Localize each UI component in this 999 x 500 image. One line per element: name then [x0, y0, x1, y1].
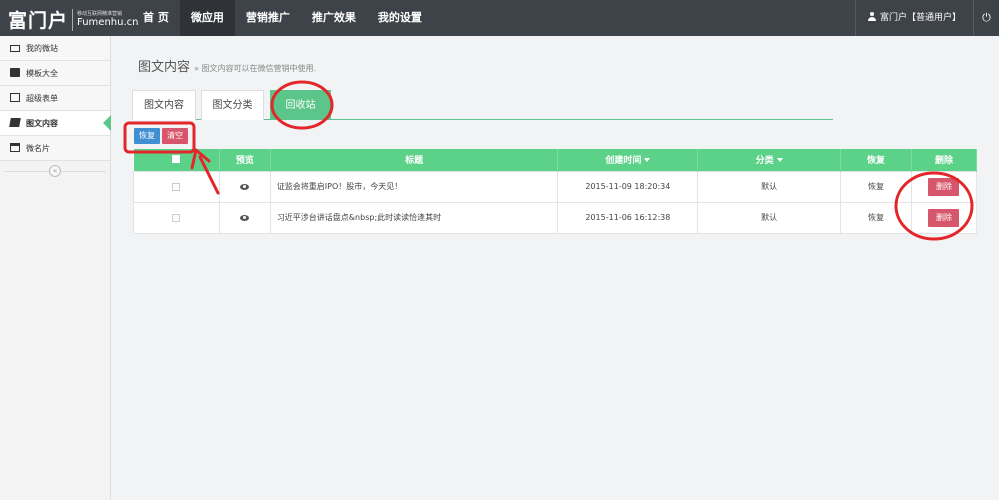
- column-header-title: 标题: [270, 149, 559, 171]
- sidebar-collapse-row: «: [0, 161, 110, 181]
- row-created: 2015-11-09 18:20:34: [557, 170, 699, 203]
- calendar-icon: [10, 93, 20, 102]
- sidebar-item-articles[interactable]: 图文内容: [0, 111, 111, 136]
- sidebar-item-label: 图文内容: [26, 119, 58, 128]
- nav-promotion-results[interactable]: 推广效果: [301, 0, 367, 36]
- sidebar-item-business-card[interactable]: 微名片: [0, 136, 110, 161]
- table-row: 习近平涉台讲话盘点&nbsp;此时读读恰逢其时 2015-11-06 16:12…: [133, 201, 978, 234]
- sidebar-item-my-site[interactable]: 我的微站: [0, 36, 110, 61]
- logo[interactable]: 富门户 移动互联网精准营销 Fumenhu.cn: [8, 6, 138, 33]
- select-all-header: [133, 149, 220, 171]
- logo-domain: Fumenhu.cn: [77, 16, 139, 28]
- tab-articles[interactable]: 图文内容: [132, 90, 196, 120]
- sidebar-item-super-form[interactable]: 超级表单: [0, 86, 110, 111]
- page-title: 图文内容» 图文内容可以在微信营销中使用.: [138, 56, 316, 75]
- row-checkbox[interactable]: [172, 182, 181, 191]
- eye-icon[interactable]: [240, 183, 250, 190]
- folder-icon: [10, 68, 20, 77]
- power-icon[interactable]: ⏻: [974, 0, 999, 36]
- sort-caret-icon: [776, 158, 783, 163]
- row-restore-link[interactable]: 恢复: [840, 170, 912, 203]
- sidebar-item-templates[interactable]: 模板大全: [0, 61, 110, 86]
- page-description: » 图文内容可以在微信营销中使用.: [194, 64, 316, 73]
- column-header-restore: 恢复: [840, 149, 912, 171]
- row-category: 默认: [697, 201, 842, 234]
- column-header-preview: 预览: [219, 149, 271, 171]
- main-nav: 首 页 微应用 营销推广 推广效果 我的设置: [132, 0, 433, 36]
- book-icon: [9, 118, 21, 127]
- sidebar-item-label: 模板大全: [26, 69, 58, 78]
- nav-home[interactable]: 首 页: [132, 0, 180, 36]
- sidebar-item-label: 我的微站: [26, 44, 58, 53]
- eye-icon[interactable]: [240, 214, 250, 221]
- row-checkbox[interactable]: [172, 213, 181, 222]
- sidebar-item-label: 微名片: [26, 144, 50, 153]
- row-title: 习近平涉台讲话盘点&nbsp;此时读读恰逢其时: [269, 201, 559, 234]
- annotation-overlay: [123, 80, 974, 241]
- table-header-row: 预览 标题 创建时间 分类 恢复 删除: [133, 149, 978, 171]
- user-menu[interactable]: 富门户【普通用户】: [854, 0, 974, 36]
- row-category: 默认: [697, 170, 842, 203]
- nav-marketing[interactable]: 营销推广: [235, 0, 301, 36]
- column-header-category[interactable]: 分类: [697, 149, 842, 171]
- nav-micro-apps[interactable]: 微应用: [179, 0, 235, 36]
- tab-categories[interactable]: 图文分类: [201, 90, 264, 120]
- row-title: 证监会将重启IPO！股市，今天见！: [269, 170, 559, 203]
- row-restore-link[interactable]: 恢复: [840, 201, 912, 234]
- collapse-sidebar-button[interactable]: «: [49, 165, 61, 177]
- column-header-delete: 删除: [911, 149, 978, 171]
- content-tabs: 图文内容 图文分类 回收站: [132, 90, 833, 120]
- logo-text: 富门户: [8, 10, 69, 32]
- logo-divider: [72, 8, 74, 31]
- clear-button[interactable]: 清空: [162, 128, 188, 144]
- sidebar: 我的微站 模板大全 超级表单 图文内容 微名片 «: [0, 36, 111, 500]
- delete-button[interactable]: 删除: [928, 177, 960, 196]
- column-header-created[interactable]: 创建时间: [557, 149, 699, 171]
- select-all-checkbox[interactable]: [172, 155, 181, 164]
- card-icon: [10, 143, 20, 152]
- restore-button[interactable]: 恢复: [134, 128, 160, 144]
- top-bar: 富门户 移动互联网精准营销 Fumenhu.cn 首 页 微应用 营销推广 推广…: [0, 0, 999, 36]
- user-icon: [867, 12, 876, 21]
- tab-recycle-bin[interactable]: 回收站: [270, 90, 331, 120]
- recycle-bin-table: 预览 标题 创建时间 分类 恢复 删除 证监会将重启IPO！股市，今天见！ 20…: [133, 149, 978, 234]
- monitor-icon: [10, 45, 20, 52]
- page-title-text: 图文内容: [138, 60, 191, 75]
- user-label: 富门户【普通用户】: [879, 13, 961, 23]
- sidebar-item-label: 超级表单: [26, 94, 58, 103]
- row-created: 2015-11-06 16:12:38: [557, 201, 699, 234]
- delete-button[interactable]: 删除: [928, 208, 960, 227]
- table-row: 证监会将重启IPO！股市，今天见！ 2015-11-09 18:20:34 默认…: [133, 170, 978, 203]
- sort-caret-icon: [644, 158, 651, 163]
- nav-my-settings[interactable]: 我的设置: [367, 0, 433, 36]
